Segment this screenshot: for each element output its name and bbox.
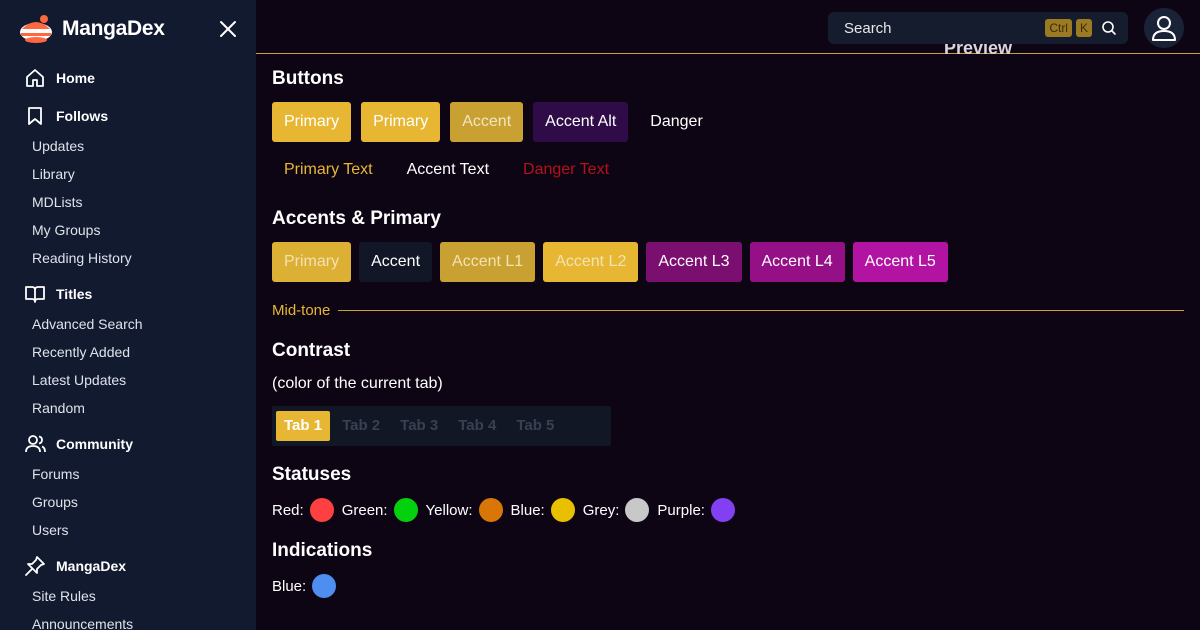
solid-buttons-row: Primary Primary Accent Accent Alt Danger	[272, 102, 715, 142]
tab-1[interactable]: Tab 1	[276, 411, 331, 441]
sidebar-item-updates[interactable]: Updates	[0, 132, 256, 160]
primary-button[interactable]: Primary	[272, 102, 352, 142]
top-header: Preview Search Ctrl K	[256, 0, 1200, 54]
sidebar-item-my-groups[interactable]: My Groups	[0, 216, 256, 244]
sidebar-item-forums[interactable]: Forums	[0, 460, 256, 488]
indication-blue-dot	[312, 574, 337, 598]
bookmark-icon	[24, 105, 46, 127]
accent-button[interactable]: Accent	[450, 102, 524, 142]
sidebar-item-site-rules[interactable]: Site Rules	[0, 582, 256, 610]
status-label: Green:	[341, 501, 388, 519]
sidebar-section-label: Titles	[56, 286, 93, 302]
sidebar-section-label: Home	[56, 70, 95, 86]
user-avatar-button[interactable]	[1144, 8, 1184, 48]
sidebar-item-library[interactable]: Library	[0, 160, 256, 188]
midtone-divider: Mid-tone	[272, 298, 1184, 322]
sidebar-item-groups[interactable]: Groups	[0, 488, 256, 516]
status-grey-dot	[625, 498, 650, 522]
contrast-tabs: Tab 1 Tab 2 Tab 3 Tab 4 Tab 5	[272, 406, 611, 446]
shortcut-ctrl-key: Ctrl	[1045, 19, 1072, 37]
statuses-heading: Statuses	[272, 464, 352, 485]
swatch-primary: Primary	[272, 242, 352, 282]
sidebar-section-community[interactable]: Community	[0, 428, 256, 460]
sidebar-section-label: Community	[56, 436, 133, 452]
buttons-heading: Buttons	[272, 68, 344, 89]
search-icon[interactable]	[1096, 15, 1122, 41]
danger-text-button[interactable]: Danger Text	[511, 150, 621, 190]
sidebar-item-latest-updates[interactable]: Latest Updates	[0, 366, 256, 394]
sidebar-item-announcements[interactable]: Announcements	[0, 610, 256, 630]
tab-5[interactable]: Tab 5	[508, 411, 562, 441]
midtone-label: Mid-tone	[272, 301, 331, 319]
swatch-accent-l5: Accent L5	[852, 242, 948, 282]
indication-label: Blue:	[272, 577, 307, 595]
tab-4[interactable]: Tab 4	[450, 411, 504, 441]
swatch-accent-l2: Accent L2	[543, 242, 639, 282]
status-label: Yellow:	[425, 501, 473, 519]
book-open-icon	[24, 283, 46, 305]
sidebar: MangaDex Home Follows Updates Library MD…	[0, 0, 256, 630]
sidebar-item-users[interactable]: Users	[0, 516, 256, 544]
contrast-heading: Contrast	[272, 340, 351, 361]
tab-2[interactable]: Tab 2	[334, 411, 388, 441]
sidebar-item-mdlists[interactable]: MDLists	[0, 188, 256, 216]
swatch-accent: Accent	[359, 242, 433, 282]
sidebar-section-label: Follows	[56, 108, 109, 124]
home-icon	[24, 67, 46, 89]
mangadex-logo-icon	[20, 15, 52, 43]
swatch-accent-l3: Accent L3	[646, 242, 742, 282]
status-purple-dot	[710, 498, 735, 522]
text-buttons-row: Primary Text Accent Text Danger Text	[272, 150, 621, 190]
sidebar-section-mangadex[interactable]: MangaDex	[0, 550, 256, 582]
accent-swatches-row: Primary Accent Accent L1 Accent L2 Accen…	[272, 242, 948, 282]
user-icon	[1152, 16, 1176, 41]
sidebar-item-recently-added[interactable]: Recently Added	[0, 338, 256, 366]
status-green-dot	[393, 498, 418, 522]
pin-icon	[24, 555, 46, 577]
contrast-note: (color of the current tab)	[272, 375, 443, 392]
indications-heading: Indications	[272, 540, 373, 561]
primary-button[interactable]: Primary	[361, 102, 441, 142]
accent-text-button[interactable]: Accent Text	[395, 150, 501, 190]
brand-name: MangaDex	[62, 17, 165, 40]
swatch-accent-l1: Accent L1	[440, 242, 536, 282]
close-icon	[220, 21, 236, 37]
swatch-accent-l4: Accent L4	[749, 242, 845, 282]
status-yellow-dot	[478, 498, 503, 522]
status-red-dot	[309, 498, 334, 522]
users-icon	[24, 433, 46, 455]
sidebar-section-follows[interactable]: Follows	[0, 100, 256, 132]
close-sidebar-button[interactable]	[216, 17, 240, 41]
status-label: Purple:	[657, 501, 705, 519]
sidebar-nav: Home Follows Updates Library MDLists My …	[0, 62, 256, 630]
status-label: Red:	[272, 501, 304, 519]
sidebar-section-titles[interactable]: Titles	[0, 278, 256, 310]
sidebar-item-advanced-search[interactable]: Advanced Search	[0, 310, 256, 338]
indications-row: Blue:	[272, 574, 344, 598]
tab-3[interactable]: Tab 3	[392, 411, 446, 441]
statuses-row: Red: Green: Yellow: Blue: Grey: Purple:	[272, 498, 743, 522]
midtone-line	[338, 309, 1184, 311]
sidebar-section-label: MangaDex	[56, 558, 127, 574]
shortcut-k-key: K	[1075, 19, 1092, 37]
status-blue-dot	[550, 498, 575, 522]
search-input[interactable]: Search	[844, 20, 1045, 37]
status-label: Blue:	[510, 501, 545, 519]
status-label: Grey:	[582, 501, 620, 519]
sidebar-item-home[interactable]: Home	[0, 62, 256, 94]
danger-button[interactable]: Danger	[638, 102, 714, 142]
accent-alt-button[interactable]: Accent Alt	[533, 102, 629, 142]
accents-heading: Accents & Primary	[272, 208, 441, 229]
brand-logo[interactable]: MangaDex	[18, 12, 165, 46]
primary-text-button[interactable]: Primary Text	[272, 150, 385, 190]
search-bar[interactable]: Search Ctrl K	[828, 12, 1128, 44]
sidebar-item-random[interactable]: Random	[0, 394, 256, 422]
sidebar-item-reading-history[interactable]: Reading History	[0, 244, 256, 272]
